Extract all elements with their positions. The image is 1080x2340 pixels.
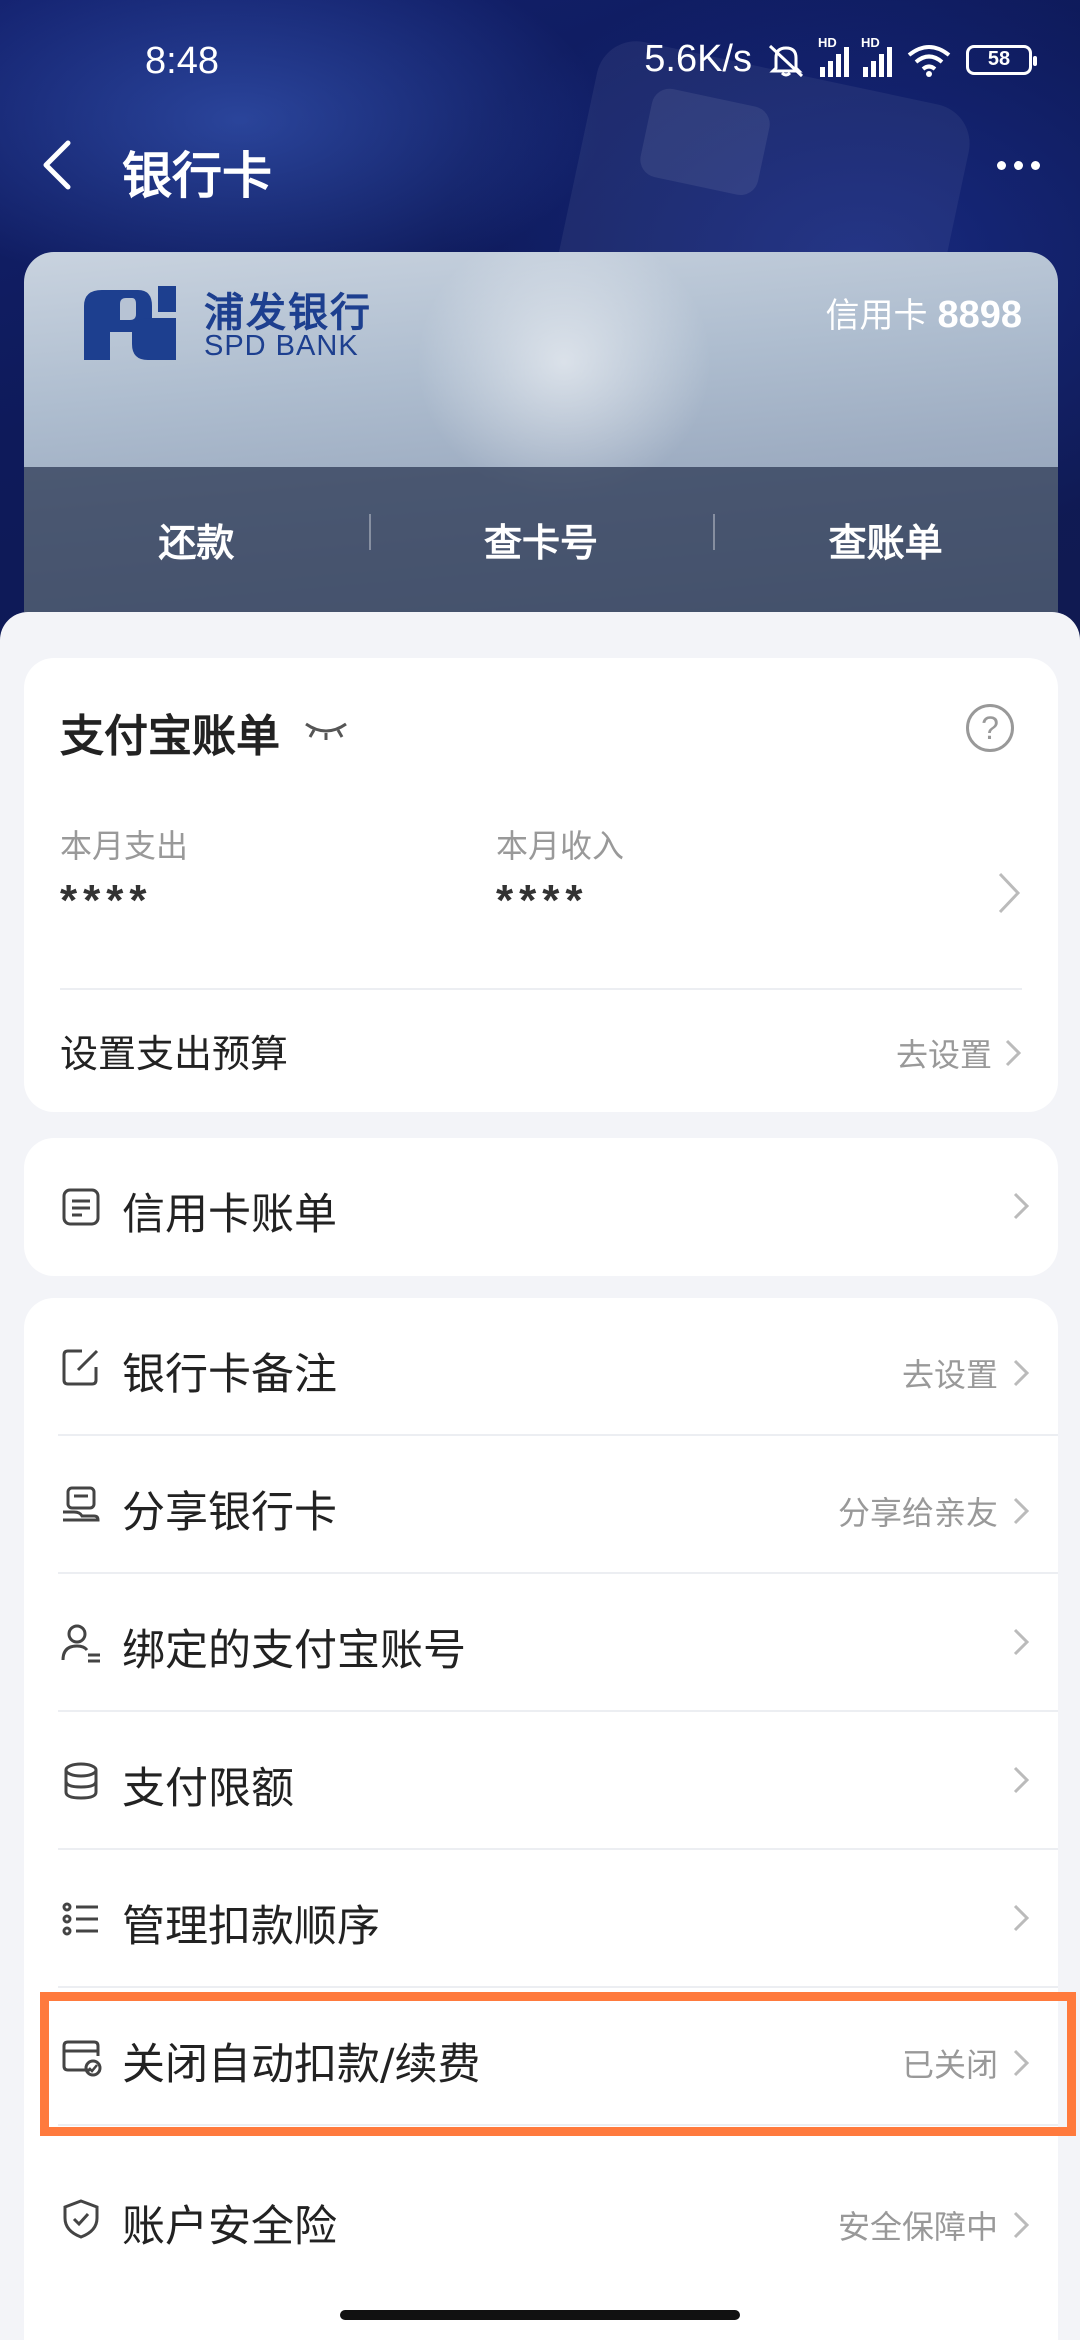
document-icon xyxy=(62,1188,100,1226)
user-lines-icon xyxy=(61,1624,100,1663)
check-card-number-button[interactable]: 查卡号 xyxy=(368,512,714,567)
eye-closed-icon[interactable] xyxy=(302,720,350,742)
wifi-icon xyxy=(907,44,951,77)
spd-logo-icon xyxy=(84,286,176,360)
divider xyxy=(58,2124,1058,2126)
expense-value[interactable]: **** xyxy=(60,876,153,926)
more-options-icon[interactable] xyxy=(988,140,1048,190)
page-title: 银行卡 xyxy=(122,147,272,205)
account-insurance-row[interactable]: 账户安全险 安全保障中 xyxy=(24,2150,1058,2288)
check-statement-button[interactable]: 查账单 xyxy=(713,512,1058,567)
card-last4: 8898 xyxy=(937,294,1022,336)
mute-bell-icon xyxy=(768,44,804,77)
chevron-right-icon xyxy=(1013,1359,1030,1387)
signal-icon: HD xyxy=(861,35,892,77)
bank-card: 浦发银行 SPD BANK 信用卡 8898 还款 查卡号 查账单 xyxy=(24,252,1058,612)
chevron-right-icon xyxy=(1013,2211,1030,2239)
chevron-right-icon xyxy=(1013,1497,1030,1525)
card-actions: 还款 查卡号 查账单 xyxy=(24,467,1058,612)
bound-alipay-account-row[interactable]: 绑定的支付宝账号 xyxy=(24,1574,1058,1712)
auto-deduction-row[interactable]: 关闭自动扣款/续费 已关闭 xyxy=(24,1988,1058,2126)
settings-panel: 银行卡备注 去设置 分享银行卡 分享给亲友 绑定的支付宝账号 支付限额 管理扣款… xyxy=(24,1298,1058,2340)
signal-icon: HD xyxy=(818,35,849,77)
home-indicator[interactable] xyxy=(340,2310,740,2320)
expense-label: 本月支出 xyxy=(60,827,189,865)
edit-icon xyxy=(62,1349,99,1386)
status-time: 8:48 xyxy=(145,40,219,82)
payment-limit-row[interactable]: 支付限额 xyxy=(24,1712,1058,1850)
deduction-order-row[interactable]: 管理扣款顺序 xyxy=(24,1850,1058,1988)
battery-icon: 58 xyxy=(966,44,1037,75)
shield-check-icon xyxy=(63,2199,99,2239)
network-speed: 5.6K/s xyxy=(644,38,752,80)
chevron-right-icon[interactable] xyxy=(994,868,1024,918)
budget-label[interactable]: 设置支出预算 xyxy=(60,1023,288,1078)
budget-action[interactable]: 去设置 xyxy=(896,1030,1022,1076)
back-arrow-icon[interactable] xyxy=(32,135,92,195)
list-icon xyxy=(62,1902,98,1936)
credit-bill-label: 信用卡账单 xyxy=(122,1190,337,1240)
card-info: 信用卡 8898 xyxy=(825,288,1022,337)
credit-bill-row[interactable]: 信用卡账单 xyxy=(24,1138,1058,1276)
card-type: 信用卡 xyxy=(825,296,928,336)
credit-bill-panel: 信用卡账单 xyxy=(24,1138,1058,1276)
help-icon[interactable]: ? xyxy=(966,704,1014,752)
repay-button[interactable]: 还款 xyxy=(24,512,369,567)
chevron-right-icon xyxy=(1013,1628,1030,1656)
chevron-right-icon xyxy=(1013,1192,1030,1220)
alipay-bill-panel: 支付宝账单 ? 本月支出 **** 本月收入 **** 设置支出预算 去设置 xyxy=(24,658,1058,1112)
bank-name-english: SPD BANK xyxy=(204,330,359,362)
chevron-right-icon xyxy=(1005,1039,1022,1067)
card-note-row[interactable]: 银行卡备注 去设置 xyxy=(24,1298,1058,1436)
income-value[interactable]: **** xyxy=(496,876,589,926)
chevron-right-icon xyxy=(1013,1766,1030,1794)
navigation-bar: 银行卡 xyxy=(0,130,1080,205)
divider xyxy=(60,988,1022,990)
card-check-icon xyxy=(62,2040,102,2077)
chevron-right-icon xyxy=(1013,2049,1030,2077)
bill-title: 支付宝账单 xyxy=(60,711,280,762)
income-label: 本月收入 xyxy=(496,827,625,865)
database-icon xyxy=(64,1762,98,1800)
status-bar: 8:48 5.6K/s HD HD 58 xyxy=(0,0,1080,130)
chevron-right-icon xyxy=(1013,1904,1030,1932)
share-card-row[interactable]: 分享银行卡 分享给亲友 xyxy=(24,1436,1058,1574)
share-card-icon xyxy=(63,1486,100,1522)
status-indicators: 5.6K/s HD HD 58 xyxy=(644,35,1037,81)
